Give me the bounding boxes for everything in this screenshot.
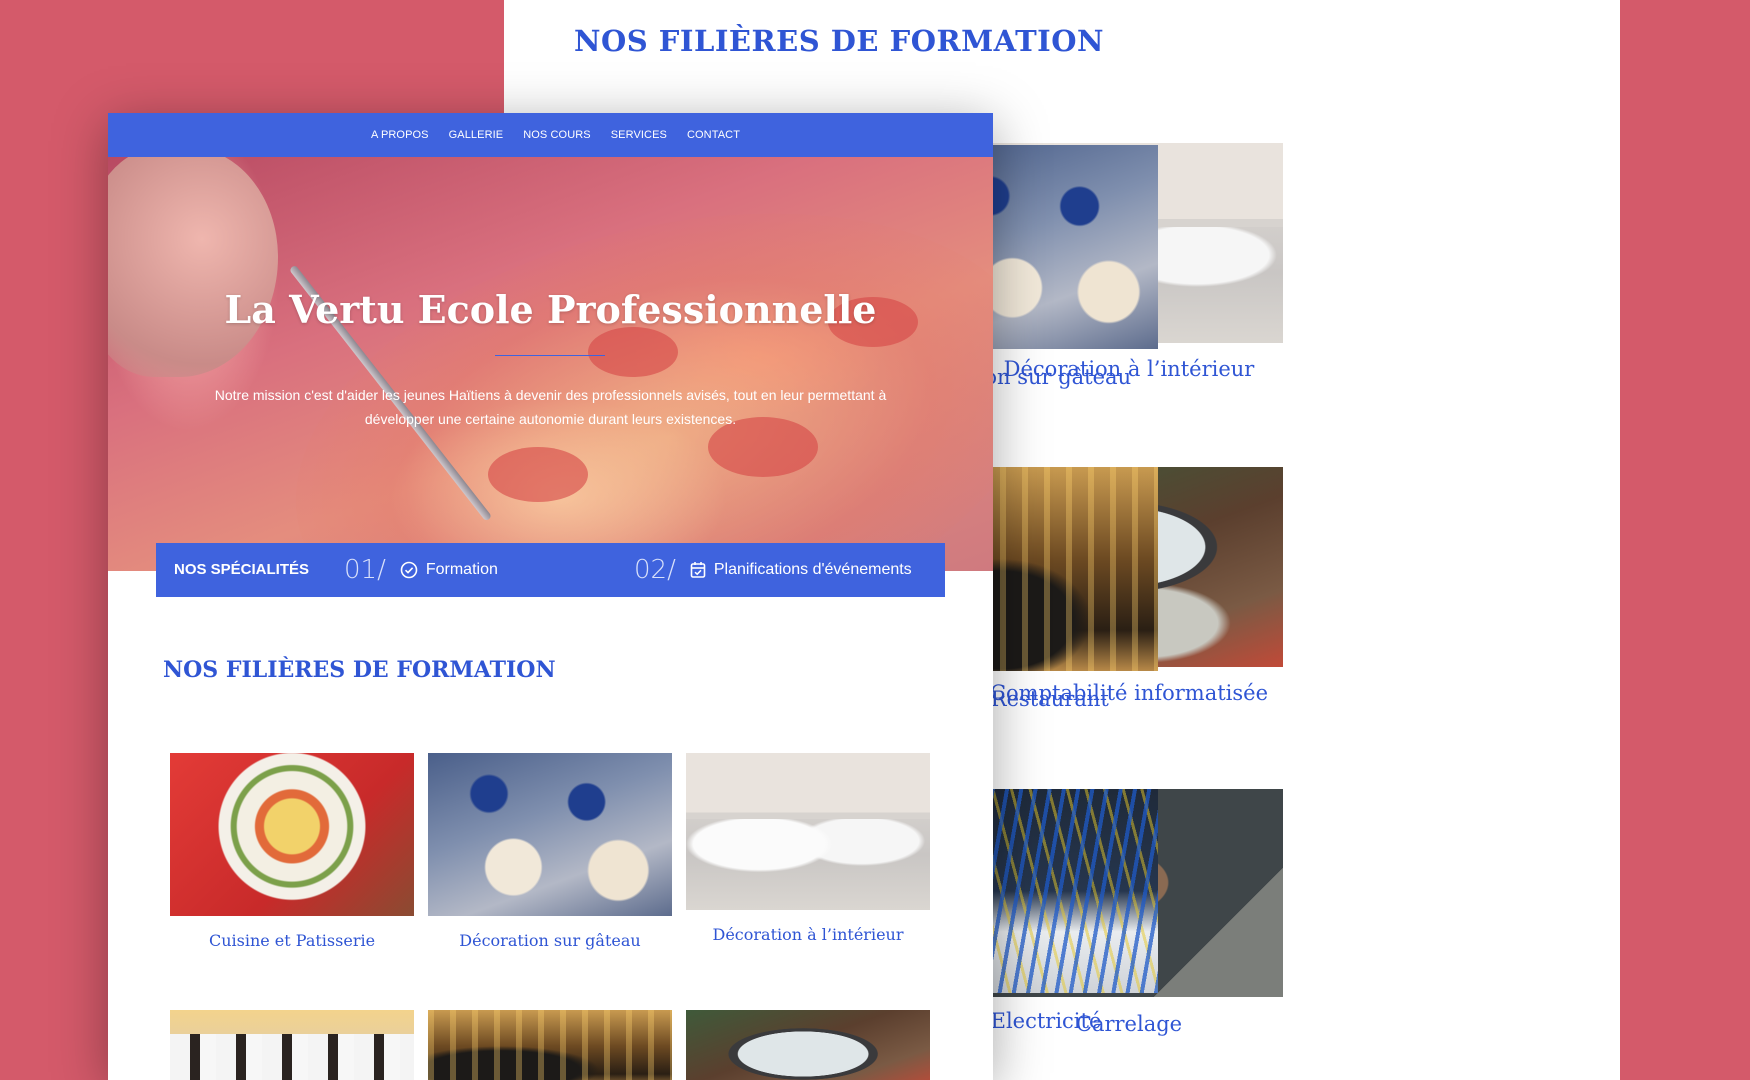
cupcakes-photo [428, 753, 672, 916]
specialty-label: Planifications d'événements [713, 561, 912, 578]
tomato-slice-decor [588, 327, 678, 377]
specialty-label: Formation [425, 561, 498, 578]
main-navbar: A PROPOS GALLERIE NOS COURS SERVICES CON… [108, 113, 993, 157]
back-section-title: NOS FILIÈRES DE FORMATION [574, 24, 1104, 58]
check-circle-icon [400, 561, 418, 579]
front-section-title: NOS FILIÈRES DE FORMATION [163, 657, 556, 683]
specialty-item-events[interactable]: 02/ Planifications d'événements [634, 555, 912, 585]
hero-divider [495, 355, 605, 356]
nav-link-gallerie[interactable]: GALLERIE [449, 129, 504, 141]
nav-link-contact[interactable]: CONTACT [687, 129, 740, 141]
course-caption: Décoration sur gâteau [459, 931, 641, 950]
nav-link-services[interactable]: SERVICES [611, 129, 667, 141]
specialty-number: 02/ [634, 555, 676, 585]
specialty-number: 01/ [344, 555, 386, 585]
living-room-photo [686, 753, 930, 910]
nav-link-a-propos[interactable]: A PROPOS [371, 129, 429, 141]
food-platter-photo [170, 753, 414, 916]
hero-title: La Vertu Ecole Professionnelle [224, 287, 877, 332]
nav-link-nos-cours[interactable]: NOS COURS [523, 129, 591, 141]
course-caption: Décoration à l’intérieur [712, 925, 904, 944]
course-card-cuisine[interactable]: Cuisine et Patisserie [170, 753, 414, 950]
calendar-check-icon [690, 562, 706, 578]
course-card-chefs[interactable] [170, 1010, 414, 1080]
front-page-preview: A PROPOS GALLERIE NOS COURS SERVICES CON… [108, 113, 993, 1080]
hero-mission-text: Notre mission c'est d'aider les jeunes H… [214, 387, 887, 427]
chefs-group-photo [170, 1010, 414, 1080]
course-caption: Cuisine et Patisserie [208, 931, 376, 950]
course-card-interieur[interactable]: Décoration à l’intérieur [686, 753, 930, 944]
specialties-label: NOS SPÉCIALITÉS [174, 561, 310, 578]
specialties-bar: NOS SPÉCIALITÉS 01/ Formation 02/ Planif… [156, 543, 945, 597]
course-card-compta[interactable] [686, 1010, 930, 1080]
course-card-bar[interactable] [428, 1010, 672, 1080]
laptop-calculator-photo [686, 1010, 930, 1080]
hand-decor [108, 157, 278, 377]
tomato-slice-decor [488, 447, 588, 502]
bar-photo [428, 1010, 672, 1080]
hero-section: La Vertu Ecole Professionnelle Notre mis… [108, 157, 993, 571]
course-card-gateau[interactable]: Décoration sur gâteau [428, 753, 672, 950]
specialty-item-formation[interactable]: 01/ Formation [344, 555, 634, 585]
